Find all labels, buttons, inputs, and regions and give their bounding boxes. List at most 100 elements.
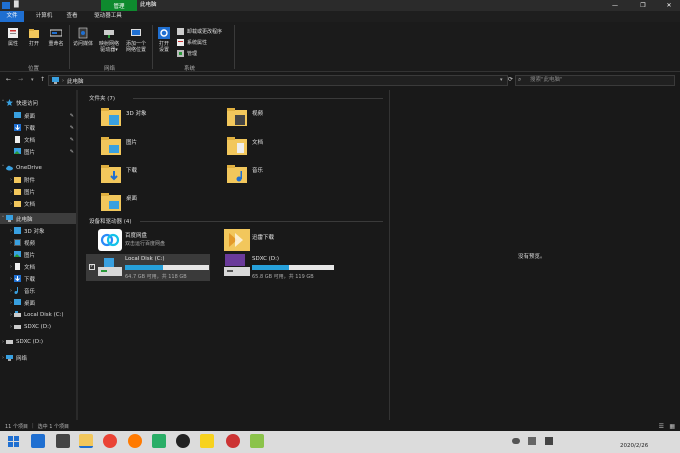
address-bar[interactable]: › 此电脑	[48, 75, 508, 86]
nav-quick-downloads[interactable]: 下载 ✎	[0, 122, 77, 133]
nav-onedrive-pictures[interactable]: › 图片	[0, 186, 77, 197]
nav-network[interactable]: › 网络	[0, 352, 77, 363]
nav-onedrive-attachments[interactable]: › 附件	[0, 174, 77, 185]
properties-button[interactable]: 属性	[4, 27, 22, 47]
close-button[interactable]: ✕	[658, 0, 680, 11]
folder-pictures-label[interactable]: 图片	[126, 138, 137, 146]
context-tab-manage[interactable]: 管理	[101, 0, 137, 11]
folders-header[interactable]: 文件夹 (7)	[89, 94, 115, 102]
search-input[interactable]: 搜索"此电脑"	[515, 75, 675, 86]
tab-computer[interactable]: 计算机	[30, 11, 58, 22]
up-arrow-icon[interactable]: ↑	[40, 76, 45, 83]
nav-this-pc[interactable]: ˅ 此电脑	[0, 213, 77, 224]
folder-desktop-label[interactable]: 桌面	[126, 194, 137, 202]
taskbar-date[interactable]: 2020/2/26	[620, 443, 648, 449]
manage-button[interactable]: 管理	[177, 50, 197, 57]
qat-glyph[interactable]: █	[14, 1, 19, 8]
pin-icon[interactable]: ✎	[70, 149, 74, 155]
edge-browser-icon[interactable]	[31, 434, 45, 448]
maximize-button[interactable]: ❐	[632, 0, 654, 11]
forward-arrow-icon[interactable]: →	[18, 76, 23, 83]
preview-divider[interactable]	[389, 90, 390, 420]
folder-3d-objects-icon[interactable]	[101, 107, 121, 127]
xunlei-download-label[interactable]: 迅雷下载	[252, 233, 274, 241]
nav-pc-documents[interactable]: › 文档	[0, 261, 77, 272]
nav-pc-pictures[interactable]: › 图片	[0, 249, 77, 260]
folder-documents-icon[interactable]	[227, 136, 247, 156]
back-arrow-icon[interactable]: ←	[6, 76, 11, 83]
nav-pc-downloads[interactable]: › 下载	[0, 273, 77, 284]
manage-label: 管理	[187, 51, 198, 57]
folder-music-label[interactable]: 音乐	[252, 166, 263, 174]
recent-chevron-icon[interactable]: ▾	[31, 77, 34, 83]
chrome-icon[interactable]	[103, 434, 117, 448]
nav-pc-3d-objects[interactable]: › 3D 对象	[0, 225, 77, 236]
folder-downloads-icon[interactable]	[101, 164, 121, 184]
tab-file[interactable]: 文件	[0, 11, 24, 22]
nav-label: 网络	[16, 355, 28, 362]
folder-pictures-icon[interactable]	[101, 136, 121, 156]
details-view-icon[interactable]: ☰	[659, 423, 664, 430]
breadcrumb-this-pc[interactable]: 此电脑	[67, 77, 84, 85]
nav-quick-documents[interactable]: 文档 ✎	[0, 134, 77, 145]
file-explorer-icon[interactable]	[79, 434, 93, 448]
breadcrumb-chevron-icon[interactable]: ›	[62, 78, 64, 84]
disk-c-checkbox[interactable]: ✓	[89, 264, 95, 270]
nav-pc-videos[interactable]: › 视频	[0, 237, 77, 248]
app-icon[interactable]	[200, 434, 214, 448]
devices-header[interactable]: 设备和驱动器 (4)	[89, 217, 132, 225]
nav-pc-sdxc-d[interactable]: › SDXC (D:)	[0, 321, 77, 332]
folder-3d-objects-label[interactable]: 3D 对象	[126, 109, 146, 117]
folder-music-icon[interactable]	[227, 164, 247, 184]
wechat-icon[interactable]	[152, 434, 166, 448]
tray-icon[interactable]	[545, 437, 553, 445]
folder-videos-label[interactable]: 视频	[252, 109, 263, 117]
tray-icon[interactable]	[512, 438, 520, 444]
open-settings-button[interactable]: 打开 设置	[154, 27, 174, 53]
tray-icon[interactable]	[528, 437, 536, 445]
firefox-icon[interactable]	[128, 434, 142, 448]
refresh-icon[interactable]: ⟳	[508, 76, 513, 83]
add-network-location-button[interactable]: 添加一个 网络位置	[122, 27, 150, 53]
nav-scrollbar[interactable]	[76, 90, 78, 420]
pin-icon[interactable]: ✎	[70, 125, 74, 131]
open-button[interactable]: 打开	[25, 27, 43, 47]
baidu-netdisk-icon[interactable]	[98, 229, 122, 251]
sdxc-d-icon[interactable]	[224, 254, 250, 278]
nav-pc-desktop[interactable]: › 桌面	[0, 297, 77, 308]
tiles-view-icon[interactable]: ▦	[669, 423, 675, 430]
app-icon[interactable]	[250, 434, 264, 448]
uninstall-program-button[interactable]: 卸载或更改程序	[177, 28, 222, 35]
rename-button[interactable]: 重命名	[45, 27, 67, 47]
start-windows-icon[interactable]	[8, 436, 19, 447]
nav-pc-music[interactable]: › 音乐	[0, 285, 77, 296]
folder-videos-icon[interactable]	[227, 107, 247, 127]
xunlei-download-icon[interactable]	[224, 229, 250, 251]
mail-icon[interactable]	[56, 434, 70, 448]
baidu-netdisk-label[interactable]: 百度网盘	[125, 231, 147, 239]
nav-sdxc-d[interactable]: › SDXC (D:)	[0, 336, 77, 347]
nav-quick-desktop[interactable]: 桌面 ✎	[0, 110, 77, 121]
pin-icon[interactable]: ✎	[70, 137, 74, 143]
minimize-button[interactable]: —	[604, 0, 626, 11]
nav-pc-local-disk-c[interactable]: › Local Disk (C:)	[0, 309, 77, 320]
folder-desktop-icon[interactable]	[101, 192, 121, 212]
folder-documents-label[interactable]: 文档	[252, 138, 263, 146]
nav-label: Local Disk (C:)	[24, 311, 64, 318]
tab-drive-tools[interactable]: 驱动器工具	[88, 11, 128, 22]
pin-icon[interactable]: ✎	[70, 113, 74, 119]
nav-quick-access[interactable]: ˅ 快速访问	[0, 97, 77, 108]
disk-c-label[interactable]: Local Disk (C:)	[125, 256, 165, 262]
nav-quick-pictures[interactable]: 图片 ✎	[0, 146, 77, 157]
access-media-button[interactable]: 访问媒体	[71, 27, 95, 47]
system-properties-button[interactable]: 系统属性	[177, 39, 207, 46]
nav-onedrive-documents[interactable]: › 文档	[0, 198, 77, 209]
nav-onedrive[interactable]: ˅ OneDrive	[0, 162, 77, 173]
app-icon[interactable]	[226, 434, 240, 448]
address-dropdown-icon[interactable]: ▾	[500, 77, 503, 83]
qq-icon[interactable]	[176, 434, 190, 448]
disk-d-label[interactable]: SDXC (D:)	[252, 256, 279, 262]
map-drive-button[interactable]: 映射网络 驱动器▾	[96, 27, 122, 53]
folder-downloads-label[interactable]: 下载	[126, 166, 137, 174]
tab-view[interactable]: 查看	[62, 11, 82, 22]
